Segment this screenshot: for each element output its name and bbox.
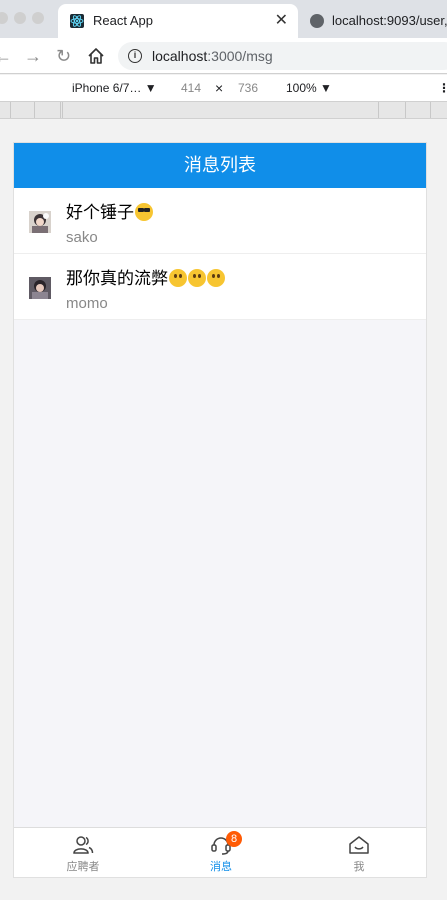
page-header: 消息列表: [14, 143, 426, 188]
tab-label: 应聘者: [66, 861, 100, 873]
avatar: [29, 277, 51, 299]
window-minimize-dot[interactable]: [14, 12, 26, 24]
tab-close-icon[interactable]: ✕: [275, 10, 288, 30]
tab-label: 我: [353, 861, 365, 873]
browser-tab-active[interactable]: React App ✕: [58, 4, 298, 38]
home-icon: [348, 835, 370, 855]
browser-tab-inactive[interactable]: localhost:9093/user,: [300, 4, 447, 38]
home-button-icon[interactable]: [86, 46, 106, 66]
site-info-icon[interactable]: i: [128, 49, 142, 63]
device-select[interactable]: iPhone 6/7… ▼: [72, 81, 157, 95]
device-width[interactable]: 414: [181, 81, 201, 95]
sender-name: momo: [66, 295, 108, 312]
grinning-emoji-icon: [169, 269, 187, 287]
device-toolbar: iPhone 6/7… ▼ 414 × 736 100% ▼ ⋮: [0, 75, 447, 101]
tab-title-inactive: localhost:9093/user,: [332, 13, 447, 28]
bottom-tab-bar: 应聘者 8 消息 我: [14, 827, 426, 877]
list-item[interactable]: 那你真的流弊 momo: [14, 254, 426, 320]
tab-label: 消息: [210, 861, 232, 873]
dimension-times: ×: [215, 80, 224, 96]
list-item[interactable]: 好个锤子 sako: [14, 188, 426, 254]
forward-arrow-icon[interactable]: →: [24, 46, 42, 67]
reload-icon[interactable]: ↻: [56, 46, 71, 67]
users-icon: [72, 835, 94, 855]
tab-messages[interactable]: 8 消息: [152, 828, 290, 877]
unread-badge: 8: [226, 831, 242, 847]
sender-name: sako: [66, 229, 98, 246]
tab-me[interactable]: 我: [290, 828, 426, 877]
avatar: [29, 211, 51, 233]
browser-tab-strip: React App ✕ localhost:9093/user,: [0, 0, 447, 38]
more-options-icon[interactable]: ⋮: [438, 81, 447, 95]
mobile-viewport: 消息列表 好个锤子 sako 那你真的流弊 momo 应聘者 8 消息 我: [13, 142, 427, 878]
tab-applicants[interactable]: 应聘者: [14, 828, 152, 877]
message-text: 好个锤子: [66, 198, 153, 223]
back-arrow-icon[interactable]: ←: [0, 46, 12, 67]
device-height[interactable]: 736: [238, 81, 258, 95]
sunglasses-emoji-icon: [135, 203, 153, 221]
message-list: 好个锤子 sako 那你真的流弊 momo: [14, 188, 426, 320]
tab-title: React App: [93, 13, 153, 28]
zoom-select[interactable]: 100% ▼: [286, 81, 332, 95]
laughing-emoji-icon: [207, 269, 225, 287]
globe-icon: [310, 14, 324, 28]
smiley-emoji-icon: [188, 269, 206, 287]
device-ruler: [0, 101, 447, 119]
page-title: 消息列表: [184, 155, 256, 175]
address-bar[interactable]: i localhost:3000/msg: [118, 42, 447, 70]
react-logo-icon: [70, 14, 84, 28]
window-zoom-dot[interactable]: [32, 12, 44, 24]
url-text: localhost:3000/msg: [152, 48, 273, 64]
browser-toolbar: ← → ↻ i localhost:3000/msg: [0, 38, 447, 74]
message-text: 那你真的流弊: [66, 264, 225, 289]
window-close-dot[interactable]: [0, 12, 8, 24]
